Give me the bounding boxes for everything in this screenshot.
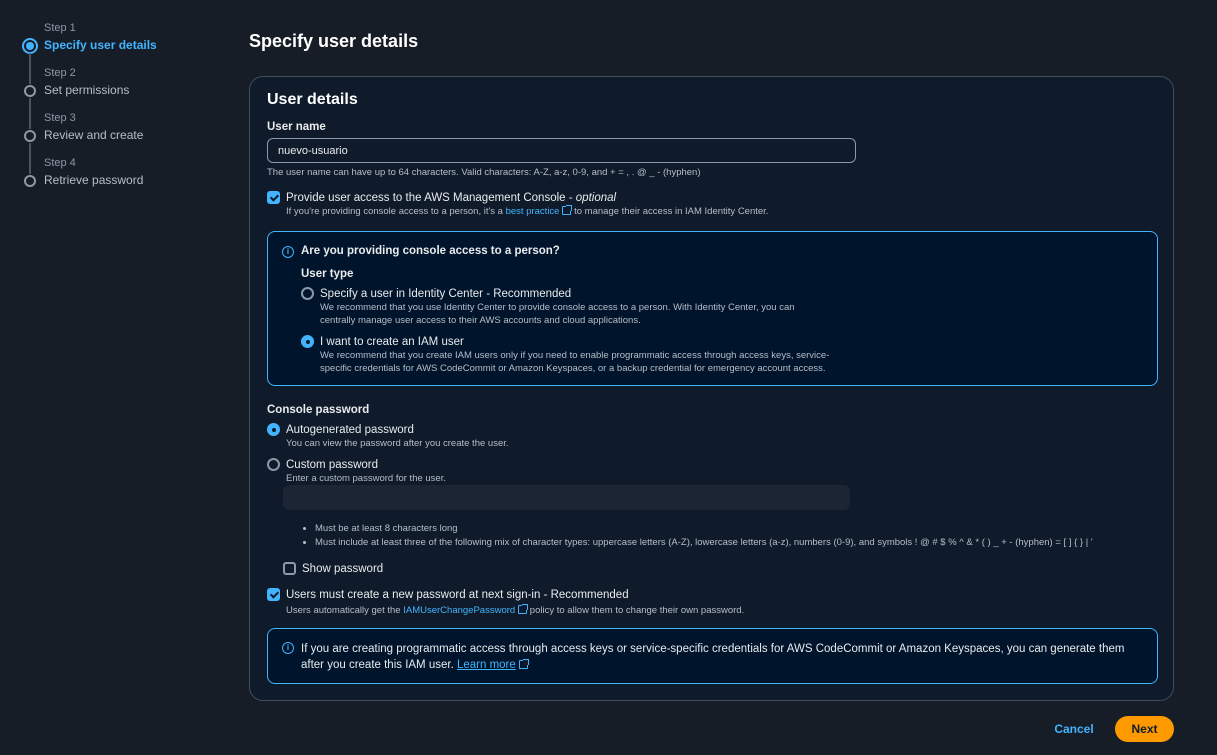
show-password-checkbox[interactable]	[283, 562, 296, 575]
console-person-info-box: i Are you providing console access to a …	[267, 231, 1158, 386]
console-access-checkbox[interactable]	[267, 191, 280, 204]
step-label: Review and create	[44, 128, 144, 142]
console-access-hint: If you're providing console access to a …	[286, 205, 769, 217]
username-input[interactable]	[267, 138, 856, 163]
step-label: Specify user details	[44, 38, 157, 52]
step-label: Set permissions	[44, 83, 130, 97]
learn-more-link[interactable]: Learn more	[457, 659, 529, 671]
step-number: Step 2	[44, 67, 76, 79]
step-1[interactable]: Step 1 Specify user details	[22, 22, 222, 84]
step-number: Step 4	[44, 157, 76, 169]
cancel-button[interactable]: Cancel	[1047, 716, 1101, 742]
autogenerated-password-label: Autogenerated password	[286, 424, 414, 436]
require-reset-label: Users must create a new password at next…	[286, 589, 629, 601]
external-link-icon	[518, 659, 529, 669]
username-label: User name	[267, 121, 326, 133]
custom-password-label: Custom password	[286, 459, 379, 471]
identity-center-desc: We recommend that you use Identity Cente…	[320, 302, 795, 326]
step-pending-icon	[24, 175, 36, 187]
programmatic-access-text: If you are creating programmatic access …	[301, 643, 1125, 671]
autogenerated-password-hint: You can view the password after you crea…	[286, 438, 509, 449]
require-reset-hint: Users automatically get the IAMUserChang…	[286, 604, 745, 616]
custom-password-input[interactable]	[283, 485, 850, 510]
external-link-icon	[518, 604, 529, 614]
step-number: Step 1	[44, 22, 76, 34]
user-type-label: User type	[301, 268, 354, 280]
info-icon: i	[282, 642, 294, 654]
step-2: Step 2 Set permissions	[22, 67, 222, 129]
show-password-label: Show password	[302, 563, 384, 575]
programmatic-access-info-box: i If you are creating programmatic acces…	[267, 628, 1158, 684]
console-access-label: Provide user access to the AWS Managemen…	[286, 192, 617, 204]
custom-password-hint: Enter a custom password for the user.	[286, 473, 446, 484]
autogenerated-password-radio[interactable]	[267, 423, 280, 436]
step-pending-icon	[24, 130, 36, 142]
step-4: Step 4 Retrieve password	[22, 157, 222, 202]
iam-user-radio[interactable]	[301, 335, 314, 348]
step-3: Step 3 Review and create	[22, 112, 222, 174]
person-box-title: Are you providing console access to a pe…	[301, 245, 560, 257]
user-details-container: User details User name The user name can…	[249, 76, 1174, 701]
iam-user-change-password-link[interactable]: IAMUserChangePassword	[403, 604, 529, 616]
container-title: User details	[267, 91, 358, 108]
wizard-steps: Step 1 Specify user details Step 2 Set p…	[22, 22, 222, 202]
external-link-icon	[562, 205, 573, 215]
custom-password-radio[interactable]	[267, 458, 280, 471]
identity-center-label: Specify a user in Identity Center - Reco…	[320, 288, 572, 300]
step-label: Retrieve password	[44, 173, 144, 187]
identity-center-radio[interactable]	[301, 287, 314, 300]
iam-user-desc: We recommend that you create IAM users o…	[320, 350, 830, 374]
password-rule: Must include at least three of the follo…	[315, 536, 1093, 550]
step-number: Step 3	[44, 112, 76, 124]
info-icon: i	[282, 246, 294, 258]
iam-user-label: I want to create an IAM user	[320, 336, 464, 348]
next-button[interactable]: Next	[1115, 716, 1174, 742]
step-pending-icon	[24, 85, 36, 97]
console-password-label: Console password	[267, 404, 370, 416]
require-reset-checkbox[interactable]	[267, 588, 280, 601]
page-title: Specify user details	[249, 31, 419, 51]
password-rule: Must be at least 8 characters long	[315, 522, 1093, 536]
username-hint: The user name can have up to 64 characte…	[267, 167, 701, 178]
step-current-icon	[22, 38, 38, 54]
best-practice-link[interactable]: best practice	[506, 205, 573, 217]
password-rules: Must be at least 8 characters long Must …	[315, 522, 1093, 549]
